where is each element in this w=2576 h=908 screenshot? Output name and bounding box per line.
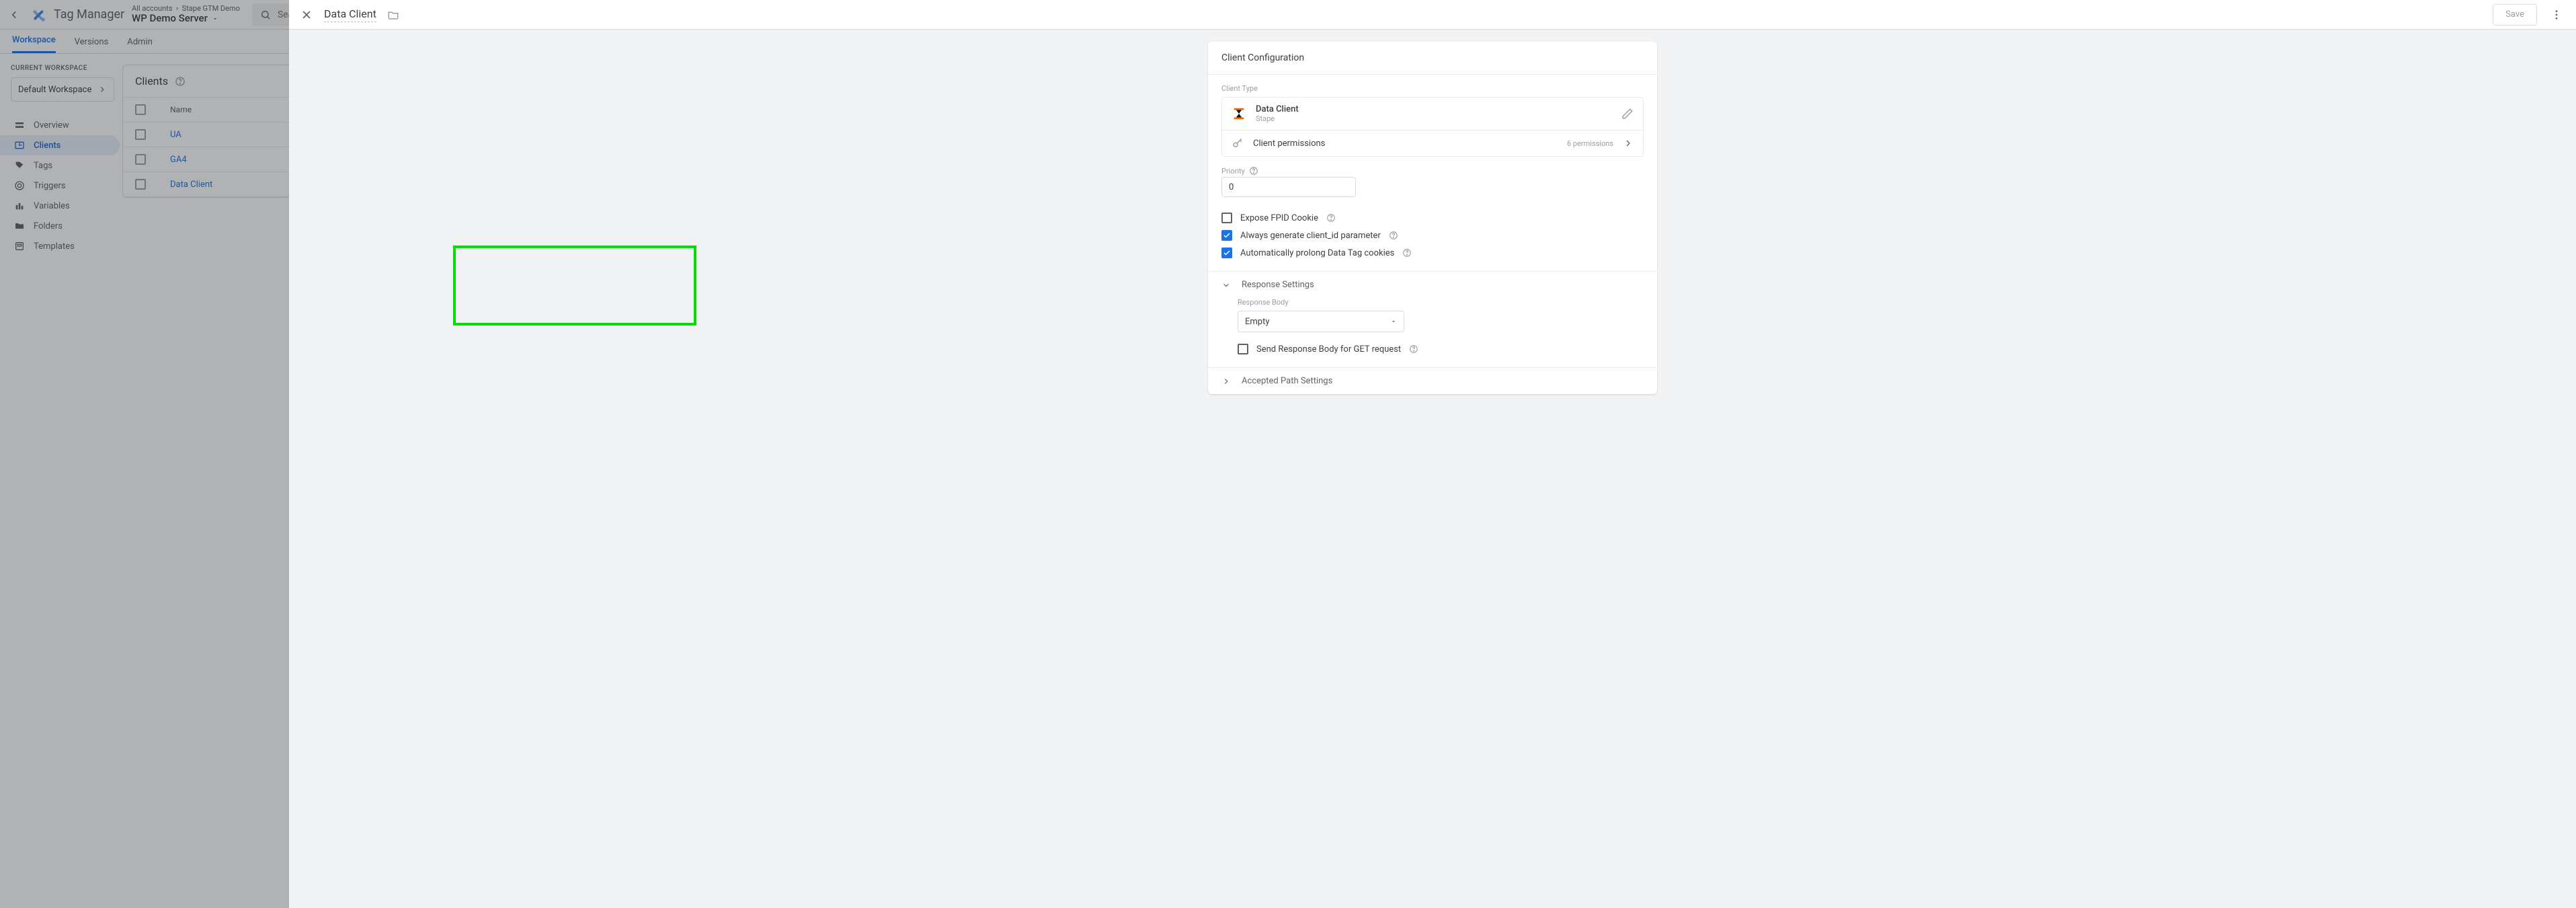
chevron-down-icon xyxy=(1221,280,1231,290)
response-settings-section: Response Settings Response Body Empty Se… xyxy=(1208,271,1657,367)
config-title: Client Configuration xyxy=(1208,42,1657,75)
help-icon[interactable] xyxy=(1409,344,1418,354)
close-icon[interactable] xyxy=(300,8,313,22)
help-icon[interactable] xyxy=(1249,166,1258,176)
help-icon[interactable] xyxy=(1402,248,1412,258)
priority-field[interactable]: 0 xyxy=(1221,177,1356,197)
checkbox-generate-client-id[interactable]: Always generate client_id parameter xyxy=(1221,227,1644,244)
key-icon xyxy=(1232,137,1244,149)
checkbox-send-body-get[interactable]: Send Response Body for GET request xyxy=(1238,340,1644,358)
help-icon[interactable] xyxy=(1389,231,1398,240)
priority-label: Priority xyxy=(1221,167,1245,176)
client-configuration-card: Client Configuration Client Type Data Cl… xyxy=(1208,42,1657,394)
accepted-path-section: Accepted Path Settings xyxy=(1208,367,1657,394)
chevron-right-icon xyxy=(1221,377,1231,386)
chevron-right-icon xyxy=(1623,138,1634,149)
stape-logo-icon xyxy=(1232,106,1246,121)
save-button[interactable]: Save xyxy=(2493,4,2537,26)
help-icon[interactable] xyxy=(1326,213,1336,223)
caret-down-icon xyxy=(1390,318,1397,325)
accepted-path-toggle[interactable]: Accepted Path Settings xyxy=(1208,368,1657,394)
client-permissions-row[interactable]: Client permissions 6 permissions xyxy=(1222,130,1643,156)
checkbox-icon[interactable] xyxy=(1221,248,1232,258)
folder-icon[interactable] xyxy=(387,9,399,21)
more-icon[interactable] xyxy=(2548,6,2565,24)
client-editor-panel: Data Client Save Client Configuration Cl… xyxy=(289,0,2576,908)
checkbox-icon[interactable] xyxy=(1221,230,1232,241)
edit-icon[interactable] xyxy=(1621,108,1634,120)
checkbox-icon[interactable] xyxy=(1221,213,1232,223)
app-root: Tag Manager All accounts › Stape GTM Dem… xyxy=(0,0,2576,908)
client-type-selector[interactable]: Data Client Stape xyxy=(1222,98,1643,130)
checkbox-prolong-cookies[interactable]: Automatically prolong Data Tag cookies xyxy=(1221,244,1644,262)
panel-title[interactable]: Data Client xyxy=(324,7,376,22)
client-type-label: Client Type xyxy=(1221,84,1644,93)
response-settings-toggle[interactable]: Response Settings xyxy=(1208,272,1657,298)
response-body-label: Response Body xyxy=(1238,298,1644,307)
checkbox-icon[interactable] xyxy=(1238,344,1248,354)
checkbox-expose-fpid[interactable]: Expose FPID Cookie xyxy=(1221,209,1644,227)
response-body-select[interactable]: Empty xyxy=(1238,311,1404,332)
